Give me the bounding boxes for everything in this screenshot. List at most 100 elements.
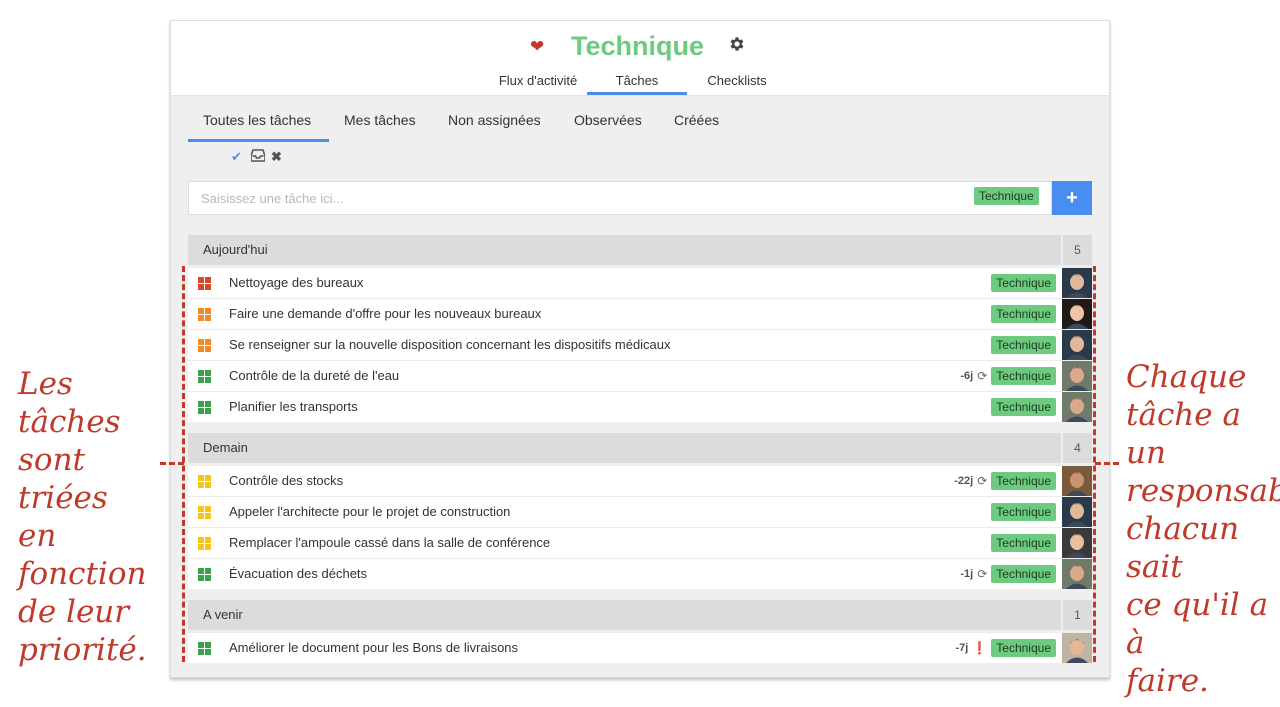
new-task-row: Technique + — [188, 181, 1092, 215]
priority-icon — [198, 401, 211, 414]
task-title[interactable]: Évacuation des déchets — [229, 559, 367, 589]
task-meta: Technique — [991, 398, 1056, 416]
task-tag[interactable]: Technique — [991, 639, 1056, 657]
subtab-observed[interactable]: Observées — [574, 109, 642, 142]
annotation-line: tâche a un — [1126, 397, 1241, 471]
task-meta: -6j ⟳ Technique — [960, 367, 1056, 385]
avatar[interactable] — [1062, 268, 1092, 298]
subtab-unassigned[interactable]: Non assignées — [448, 109, 541, 142]
group-header[interactable]: A venir 1 — [188, 600, 1092, 630]
annotation-line: en fonction — [18, 518, 147, 592]
annotation-line: de leur — [18, 594, 130, 630]
avatar[interactable] — [1062, 330, 1092, 360]
avatar[interactable] — [1062, 392, 1092, 422]
task-row[interactable]: Contrôle des stocks -22j ⟳ Technique — [188, 465, 1092, 496]
left-annotation: Les tâches sont triées en fonction de le… — [18, 365, 168, 669]
task-title[interactable]: Planifier les transports — [229, 392, 358, 422]
task-group-upcoming: A venir 1 Améliorer le document pour les… — [188, 600, 1092, 663]
group-header[interactable]: Demain 4 — [188, 433, 1092, 463]
task-row[interactable]: Contrôle de la dureté de l'eau -6j ⟳ Tec… — [188, 360, 1092, 391]
tab-activity-feed[interactable]: Flux d'activité — [493, 73, 583, 95]
gear-icon[interactable] — [728, 35, 746, 53]
group-header[interactable]: Aujourd'hui 5 — [188, 235, 1092, 265]
task-meta: -22j ⟳ Technique — [954, 472, 1056, 490]
task-row[interactable]: Améliorer le document pour les Bons de l… — [188, 632, 1092, 663]
task-row[interactable]: Se renseigner sur la nouvelle dispositio… — [188, 329, 1092, 360]
overdue-days: -1j — [960, 568, 974, 580]
check-icon[interactable]: ✔ — [231, 149, 242, 165]
inbox-icon[interactable] — [250, 149, 266, 166]
task-row[interactable]: Appeler l'architecte pour le projet de c… — [188, 496, 1092, 527]
task-row[interactable]: Évacuation des déchets -1j ⟳ Technique — [188, 558, 1092, 589]
group-count: 1 — [1063, 600, 1092, 630]
tab-checklists[interactable]: Checklists — [701, 73, 773, 95]
right-connector — [1095, 462, 1119, 465]
task-meta: Technique — [991, 336, 1056, 354]
task-meta: -7j ❗ Technique — [955, 639, 1056, 657]
task-row[interactable]: Planifier les transports Technique — [188, 391, 1092, 422]
avatar[interactable] — [1062, 497, 1092, 527]
info-icon: ❗ — [972, 641, 988, 655]
right-annotation: Chaque tâche a un responsable, chacun sa… — [1126, 358, 1280, 700]
task-meta: Technique — [991, 534, 1056, 552]
priority-icon — [198, 308, 211, 321]
task-title[interactable]: Se renseigner sur la nouvelle dispositio… — [229, 330, 671, 360]
group-count: 4 — [1063, 433, 1092, 463]
task-title[interactable]: Contrôle de la dureté de l'eau — [229, 361, 399, 391]
task-meta: -1j ⟳ Technique — [960, 565, 1056, 583]
repeat-icon: ⟳ — [977, 369, 988, 383]
priority-icon — [198, 537, 211, 550]
avatar[interactable] — [1062, 361, 1092, 391]
new-task-input[interactable] — [188, 181, 1052, 215]
task-title[interactable]: Faire une demande d'offre pour les nouve… — [229, 299, 541, 329]
task-title[interactable]: Nettoyage des bureaux — [229, 268, 363, 298]
task-title[interactable]: Améliorer le document pour les Bons de l… — [229, 633, 518, 663]
task-tag[interactable]: Technique — [991, 534, 1056, 552]
avatar[interactable] — [1062, 633, 1092, 663]
close-icon[interactable]: ✖ — [271, 149, 282, 165]
overdue-days: -22j — [954, 475, 974, 487]
avatar[interactable] — [1062, 528, 1092, 558]
task-meta: Technique — [991, 274, 1056, 292]
group-title: A venir — [188, 600, 1061, 630]
task-title[interactable]: Remplacer l'ampoule cassé dans la salle … — [229, 528, 550, 558]
group-count: 5 — [1063, 235, 1092, 265]
avatar[interactable] — [1062, 559, 1092, 589]
tab-tasks[interactable]: Tâches — [587, 73, 687, 95]
avatar[interactable] — [1062, 299, 1092, 329]
task-tag[interactable]: Technique — [991, 274, 1056, 292]
task-title[interactable]: Contrôle des stocks — [229, 466, 343, 496]
task-title[interactable]: Appeler l'architecte pour le projet de c… — [229, 497, 510, 527]
task-tag[interactable]: Technique — [991, 305, 1056, 323]
avatar[interactable] — [1062, 466, 1092, 496]
annotation-line: priorité. — [18, 632, 147, 668]
task-tag[interactable]: Technique — [991, 398, 1056, 416]
task-tag[interactable]: Technique — [991, 565, 1056, 583]
task-tag[interactable]: Technique — [991, 336, 1056, 354]
task-tag[interactable]: Technique — [991, 367, 1056, 385]
page-title: Technique — [571, 31, 705, 61]
add-task-button[interactable]: + — [1052, 181, 1092, 215]
task-tag[interactable]: Technique — [991, 472, 1056, 490]
annotation-line: chacun sait — [1126, 511, 1240, 585]
inbox-svg — [250, 149, 266, 162]
task-row[interactable]: Nettoyage des bureaux Technique — [188, 267, 1092, 298]
subtab-my-tasks[interactable]: Mes tâches — [344, 109, 416, 142]
task-group-today: Aujourd'hui 5 Nettoyage des bureaux Tech… — [188, 235, 1092, 422]
subtab-all-tasks[interactable]: Toutes les tâches — [188, 109, 329, 142]
subtab-created[interactable]: Créées — [674, 109, 719, 142]
task-tag[interactable]: Technique — [991, 503, 1056, 521]
annotation-line: ce qu'il a à — [1126, 587, 1269, 661]
input-project-tag[interactable]: Technique — [974, 187, 1039, 205]
task-row[interactable]: Faire une demande d'offre pour les nouve… — [188, 298, 1092, 329]
overdue-days: -6j — [960, 370, 974, 382]
priority-icon — [198, 370, 211, 383]
task-row[interactable]: Remplacer l'ampoule cassé dans la salle … — [188, 527, 1092, 558]
annotation-line: sont triées — [18, 442, 108, 516]
task-group-tomorrow: Demain 4 Contrôle des stocks -22j ⟳ Tech… — [188, 433, 1092, 589]
priority-icon — [198, 475, 211, 488]
heart-icon[interactable]: ❤ — [530, 38, 544, 55]
annotation-line: responsable, — [1126, 473, 1280, 509]
app-header: ❤ Technique Flux d'activité Tâches Check… — [171, 21, 1109, 96]
priority-icon — [198, 568, 211, 581]
